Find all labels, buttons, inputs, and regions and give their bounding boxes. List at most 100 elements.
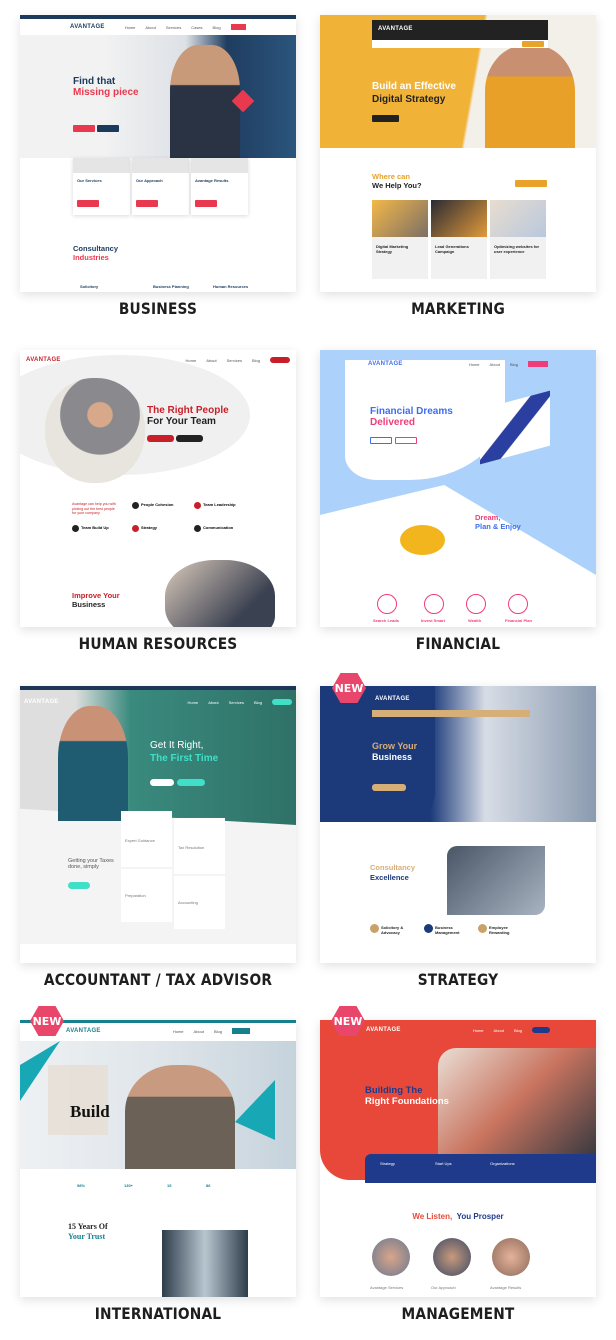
top-bar [20, 686, 296, 690]
item-title: Avantage Services [370, 1285, 404, 1290]
card-title: Lead Generations Campaign [435, 244, 469, 254]
demo-strategy-thumbnail[interactable]: AVANTAGE Grow Your Business Consultancy … [320, 686, 596, 963]
intro-text: Avantage can help you with picking out t… [72, 502, 116, 516]
hero-title-2: The First Time [150, 753, 219, 764]
hero-title-2: Digital Strategy [372, 94, 446, 105]
demo-label: MANAGEMENT [401, 1304, 515, 1323]
hero-title-2: Delivered [370, 417, 416, 428]
section-title-1: We Listen, [412, 1212, 453, 1221]
demo-financial-thumbnail[interactable]: AVANTAGE Home About Blog Financial Dreams D… [320, 350, 596, 627]
card-title: Accounting [178, 900, 198, 905]
section-title-1: Consultancy [370, 863, 416, 872]
card-title: Our Services [77, 178, 102, 183]
nav-bar: AVANTAGE Home About Services Cases Blog [20, 19, 296, 35]
stat-value: 130+ [124, 1183, 134, 1188]
section-title-2: Excellence [370, 873, 409, 882]
stat-value: 86 [206, 1183, 211, 1188]
demo-business-thumbnail[interactable]: AVANTAGE Home About Services Cases Blog Find … [20, 15, 296, 292]
section-title-2: You Prosper [456, 1212, 504, 1221]
demo-accountant-thumbnail[interactable]: AVANTAGE Home About Services Blog Get It Rig… [20, 686, 296, 963]
section-title-2: Your Trust [68, 1232, 106, 1241]
hero-button[interactable] [372, 784, 406, 791]
hero-button[interactable] [370, 437, 392, 444]
service-card[interactable]: Optimizing websites for user experience [490, 200, 546, 279]
management-icon [424, 924, 433, 933]
demo-label: MARKETING [411, 299, 505, 318]
hero-title-2: For Your Team [147, 416, 216, 427]
solicitory-icon [370, 924, 379, 933]
feature-icon [132, 525, 139, 532]
service-card[interactable]: Expert Guidance [121, 811, 172, 867]
team-image [162, 1230, 248, 1297]
services-button[interactable] [68, 882, 90, 889]
results-image [492, 1238, 530, 1276]
demo-label: INTERNATIONAL [94, 1304, 222, 1323]
hero-button[interactable] [372, 115, 399, 122]
hero-title-1: Financial Dreams [370, 406, 453, 417]
card-title: Avantage Results [195, 178, 229, 183]
demo-label: FINANCIAL [415, 634, 501, 653]
hero-button[interactable] [147, 435, 174, 442]
section-title-2: Industries [73, 253, 109, 262]
demo-label: HUMAN RESOURCES [78, 634, 238, 653]
handshake-image [165, 560, 275, 627]
demo-marketing-thumbnail[interactable]: AVANTAGE Build an Effective Digital Stra… [320, 15, 596, 292]
card-title: Expert Guidance [125, 838, 155, 843]
feature-icon [194, 525, 201, 532]
item-title: Solicitory & Advocacy [381, 925, 404, 935]
section-title-1: 15 Years Of [68, 1222, 108, 1231]
service-image [372, 1238, 410, 1276]
feature-title: Communication [203, 525, 234, 530]
services-button[interactable] [97, 125, 119, 132]
service-card[interactable]: Accounting [174, 876, 225, 929]
nav-bar [372, 710, 530, 717]
hero-person [125, 1065, 235, 1169]
hero-person [170, 45, 240, 158]
strip-item: Strategy [380, 1161, 395, 1166]
demo-label: BUSINESS [118, 299, 198, 318]
logo: AVANTAGE [366, 1027, 401, 1033]
item-title: Our Approach [431, 1285, 456, 1290]
stat-value: 98% [77, 1183, 86, 1188]
item-title: Employee Rewarding [489, 925, 510, 935]
wealth-icon [466, 594, 486, 614]
industry-item: Human Resources [213, 284, 249, 289]
view-button[interactable] [515, 180, 547, 187]
hero-title-1: Get It Right, [150, 740, 204, 751]
service-card[interactable]: Avantage Results [191, 158, 248, 215]
hero-title-1: Building The [365, 1085, 423, 1096]
section-title-2: We Help You? [372, 181, 422, 190]
feature-title: Strategy [141, 525, 158, 530]
service-card[interactable]: Our Services [73, 158, 130, 215]
service-card[interactable]: Digital Marketing Strategy [372, 200, 428, 279]
service-card[interactable]: Tax Resolution [174, 818, 225, 874]
demo-management-thumbnail[interactable]: AVANTAGE Home About Blog Building The Right… [320, 1020, 596, 1297]
hero-title-2: Right Foundations [365, 1096, 449, 1107]
feature-icon [72, 525, 79, 532]
feature-icon [132, 502, 139, 509]
logo: AVANTAGE [378, 26, 413, 32]
hero-button[interactable] [150, 779, 174, 786]
hero-button[interactable] [176, 435, 203, 442]
item-title: Avantage Results [490, 1285, 522, 1290]
hero-title: Build [70, 1102, 110, 1121]
service-card[interactable]: Our Approach [132, 158, 189, 215]
service-card[interactable]: Lead Generations Campaign [431, 200, 487, 279]
hero-title-1: The Right People [147, 405, 229, 416]
logo: AVANTAGE [24, 699, 59, 705]
card-title: Our Approach [136, 178, 163, 183]
section-title-1: Consultancy [73, 244, 119, 253]
hero-button[interactable] [73, 125, 95, 132]
service-card[interactable]: Preparation [121, 869, 172, 922]
circle-label: Financial Plan [505, 618, 532, 623]
feature-icon [194, 502, 201, 509]
stat-value: 15 [167, 1183, 172, 1188]
circle-label: Invest Smart [421, 618, 446, 623]
hero-button[interactable] [177, 779, 205, 786]
search-leads-icon [377, 594, 397, 614]
hero-person [45, 378, 145, 483]
strip-item: Start Ups [435, 1161, 452, 1166]
demo-hr-thumbnail[interactable]: AVANTAGE Home About Services Blog The Right … [20, 350, 296, 627]
hero-button[interactable] [395, 437, 417, 444]
demo-international-thumbnail[interactable]: AVANTAGE Home About Blog Build 98% 130+ 15 … [20, 1020, 296, 1297]
